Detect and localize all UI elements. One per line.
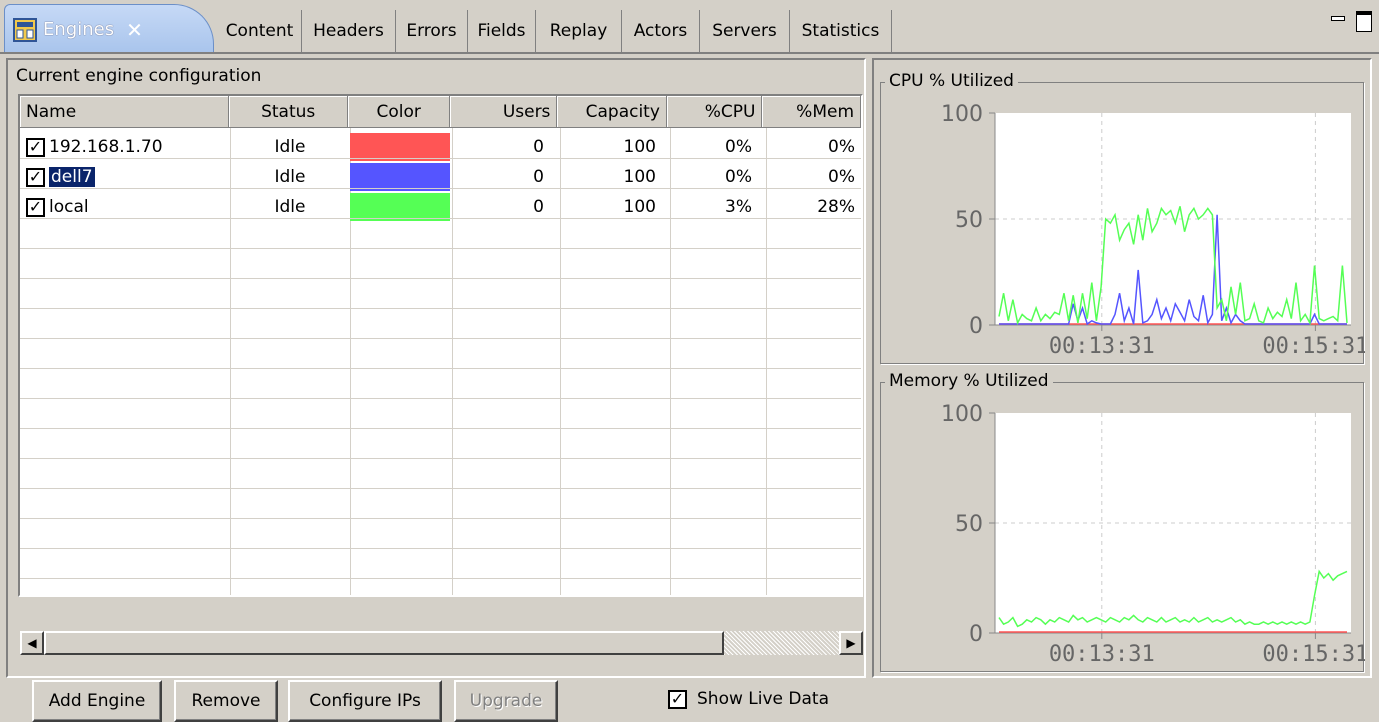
row-divider xyxy=(20,368,861,369)
row-divider xyxy=(20,308,861,309)
show-live-data-toggle[interactable]: ✓ Show Live Data xyxy=(668,689,829,709)
engines-table: Name Status Color Users Capacity %CPU %M… xyxy=(18,94,863,597)
tab-servers[interactable]: Servers xyxy=(700,10,790,52)
y-tick-label: 50 xyxy=(955,208,983,233)
tab-actors[interactable]: Actors xyxy=(622,10,700,52)
tab-engines-label: Engines xyxy=(43,19,115,40)
row-divider xyxy=(20,158,861,159)
color-swatch xyxy=(350,133,450,161)
configure-ips-button[interactable]: Configure IPs xyxy=(288,680,442,722)
row-divider xyxy=(20,488,861,489)
view-tab-bar: Engines ✕ Content Headers Errors Fields … xyxy=(0,0,1379,54)
engine-config-title: Current engine configuration xyxy=(16,66,262,86)
row-divider xyxy=(20,578,861,579)
row-divider xyxy=(20,248,861,249)
y-tick-label: 50 xyxy=(955,512,983,537)
row-divider xyxy=(20,398,861,399)
tab-content[interactable]: Content xyxy=(218,10,302,52)
tab-fields[interactable]: Fields xyxy=(468,10,536,52)
row-divider xyxy=(20,338,861,339)
cpu-chart-group: CPU % Utilized 100 50 0 00:13:31 00:15:31 xyxy=(880,71,1365,364)
engine-enabled-checkbox[interactable]: ✓ xyxy=(26,137,45,157)
color-swatch xyxy=(350,193,450,221)
scrollbar-thumb[interactable] xyxy=(44,631,724,655)
col-header-users[interactable]: Users xyxy=(449,96,558,128)
col-header-capacity[interactable]: Capacity xyxy=(557,96,667,128)
memory-chart: 100 50 0 00:13:31 00:15:31 xyxy=(941,402,1365,667)
horizontal-scrollbar[interactable]: ◀ ▶ xyxy=(20,631,863,655)
cpu-chart: 100 50 0 00:13:31 00:15:31 xyxy=(941,102,1365,359)
engine-name: 192.168.1.70 xyxy=(49,137,163,157)
row-divider xyxy=(20,278,861,279)
tab-statistics[interactable]: Statistics xyxy=(790,10,892,52)
tab-headers[interactable]: Headers xyxy=(302,10,396,52)
minimize-icon[interactable] xyxy=(1329,10,1347,28)
color-swatch xyxy=(350,163,450,191)
show-live-data-label: Show Live Data xyxy=(697,689,829,709)
row-divider xyxy=(20,188,861,189)
col-header-status[interactable]: Status xyxy=(228,96,349,128)
engines-icon xyxy=(13,17,37,42)
x-tick-label: 00:13:31 xyxy=(1049,334,1155,359)
tab-replay[interactable]: Replay xyxy=(536,10,622,52)
y-tick-label: 0 xyxy=(969,314,983,339)
table-header: Name Status Color Users Capacity %CPU %M… xyxy=(20,96,861,128)
col-header-color[interactable]: Color xyxy=(348,96,450,128)
x-tick-label: 00:13:31 xyxy=(1049,642,1155,667)
y-tick-label: 100 xyxy=(941,402,983,427)
y-tick-label: 100 xyxy=(941,102,983,127)
tab-errors[interactable]: Errors xyxy=(396,10,468,52)
engine-enabled-checkbox[interactable]: ✓ xyxy=(26,197,45,217)
show-live-data-checkbox[interactable]: ✓ xyxy=(668,689,687,709)
col-header-cpu[interactable]: %CPU xyxy=(666,96,763,128)
remove-button[interactable]: Remove xyxy=(174,680,278,722)
row-divider xyxy=(20,428,861,429)
row-divider xyxy=(20,458,861,459)
engine-config-panel: Current engine configuration Name Status… xyxy=(6,58,866,722)
add-engine-button[interactable]: Add Engine xyxy=(32,680,162,722)
engine-enabled-checkbox[interactable]: ✓ xyxy=(26,167,45,187)
scroll-left-icon[interactable]: ◀ xyxy=(20,631,44,655)
row-divider xyxy=(20,218,861,219)
scrollbar-track[interactable] xyxy=(724,631,839,655)
utilization-panel: CPU % Utilized 100 50 0 00:13:31 00:15:31 Me… xyxy=(872,58,1372,678)
view-controls xyxy=(1329,10,1373,32)
x-tick-label: 00:15:31 xyxy=(1262,642,1365,667)
col-header-name[interactable]: Name xyxy=(20,96,229,128)
row-divider xyxy=(20,548,861,549)
col-header-mem[interactable]: %Mem xyxy=(762,96,861,128)
y-tick-label: 0 xyxy=(969,622,983,647)
memory-chart-group: Memory % Utilized 100 50 0 00:13:31 00:15:31 xyxy=(880,371,1365,672)
upgrade-button[interactable]: Upgrade xyxy=(454,680,558,722)
x-tick-label: 00:15:31 xyxy=(1262,334,1365,359)
scroll-right-icon[interactable]: ▶ xyxy=(839,631,863,655)
engine-name: local xyxy=(49,197,89,217)
close-icon[interactable]: ✕ xyxy=(126,18,143,42)
tab-engines[interactable]: Engines ✕ xyxy=(4,4,214,54)
row-divider xyxy=(20,518,861,519)
maximize-icon[interactable] xyxy=(1355,10,1373,32)
tab-divider xyxy=(0,52,1379,54)
engine-name: dell7 xyxy=(49,167,95,187)
